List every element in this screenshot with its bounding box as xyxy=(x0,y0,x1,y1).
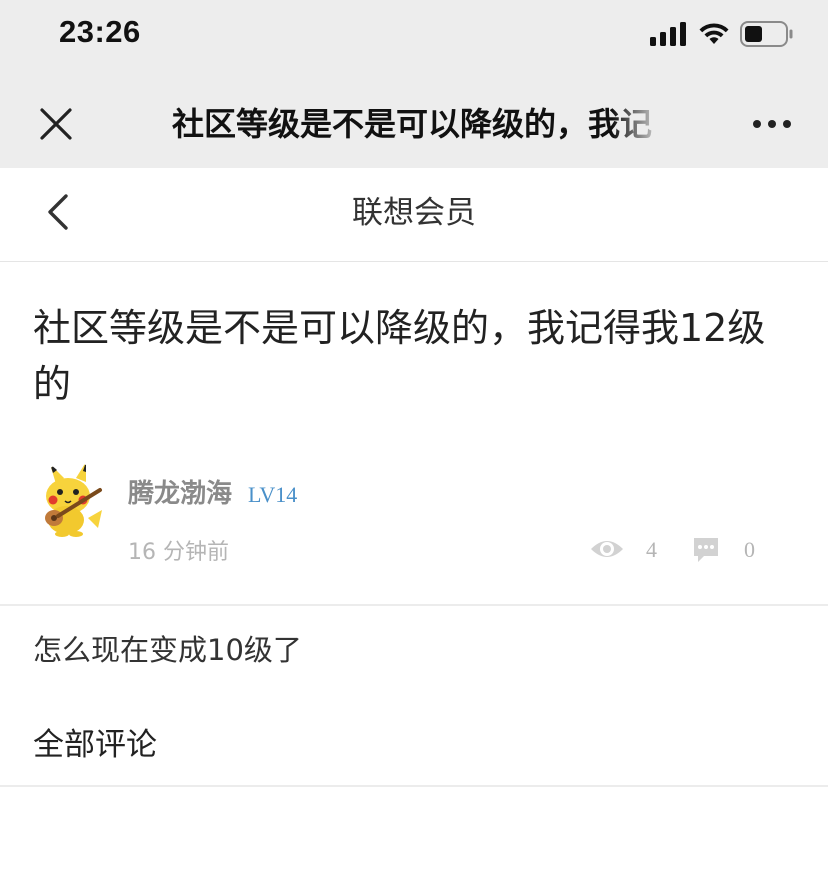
more-icon[interactable] xyxy=(752,118,792,130)
comments-section-title: 全部评论 xyxy=(33,727,157,763)
post-time: 16 分钟前 xyxy=(128,540,229,565)
divider xyxy=(0,604,828,606)
view-count: 4 xyxy=(646,537,657,562)
post-title: 社区等级是不是可以降级的，我记得我12级的 xyxy=(33,306,766,406)
status-time: 23:26 xyxy=(59,14,141,49)
webview-title: 社区等级是不是可以降级的，我记 xyxy=(172,105,653,143)
divider xyxy=(0,785,828,787)
close-icon[interactable] xyxy=(38,106,74,142)
status-icons xyxy=(650,20,794,48)
eye-icon xyxy=(591,541,623,557)
post-content: 怎么现在变成10级了 xyxy=(33,633,302,667)
author-name[interactable]: 腾龙渤海 xyxy=(128,474,232,514)
webview-title-fade xyxy=(612,96,682,152)
avatar[interactable] xyxy=(32,462,110,540)
battery-icon xyxy=(740,21,793,47)
comment-count: 0 xyxy=(744,537,755,562)
page-title: 联想会员 xyxy=(352,195,476,231)
signal-icon xyxy=(650,22,686,46)
pikachu-avatar-image xyxy=(32,462,110,540)
wifi-icon xyxy=(699,23,729,44)
comment-icon[interactable] xyxy=(692,536,720,564)
level-badge: LV14 xyxy=(248,482,298,507)
